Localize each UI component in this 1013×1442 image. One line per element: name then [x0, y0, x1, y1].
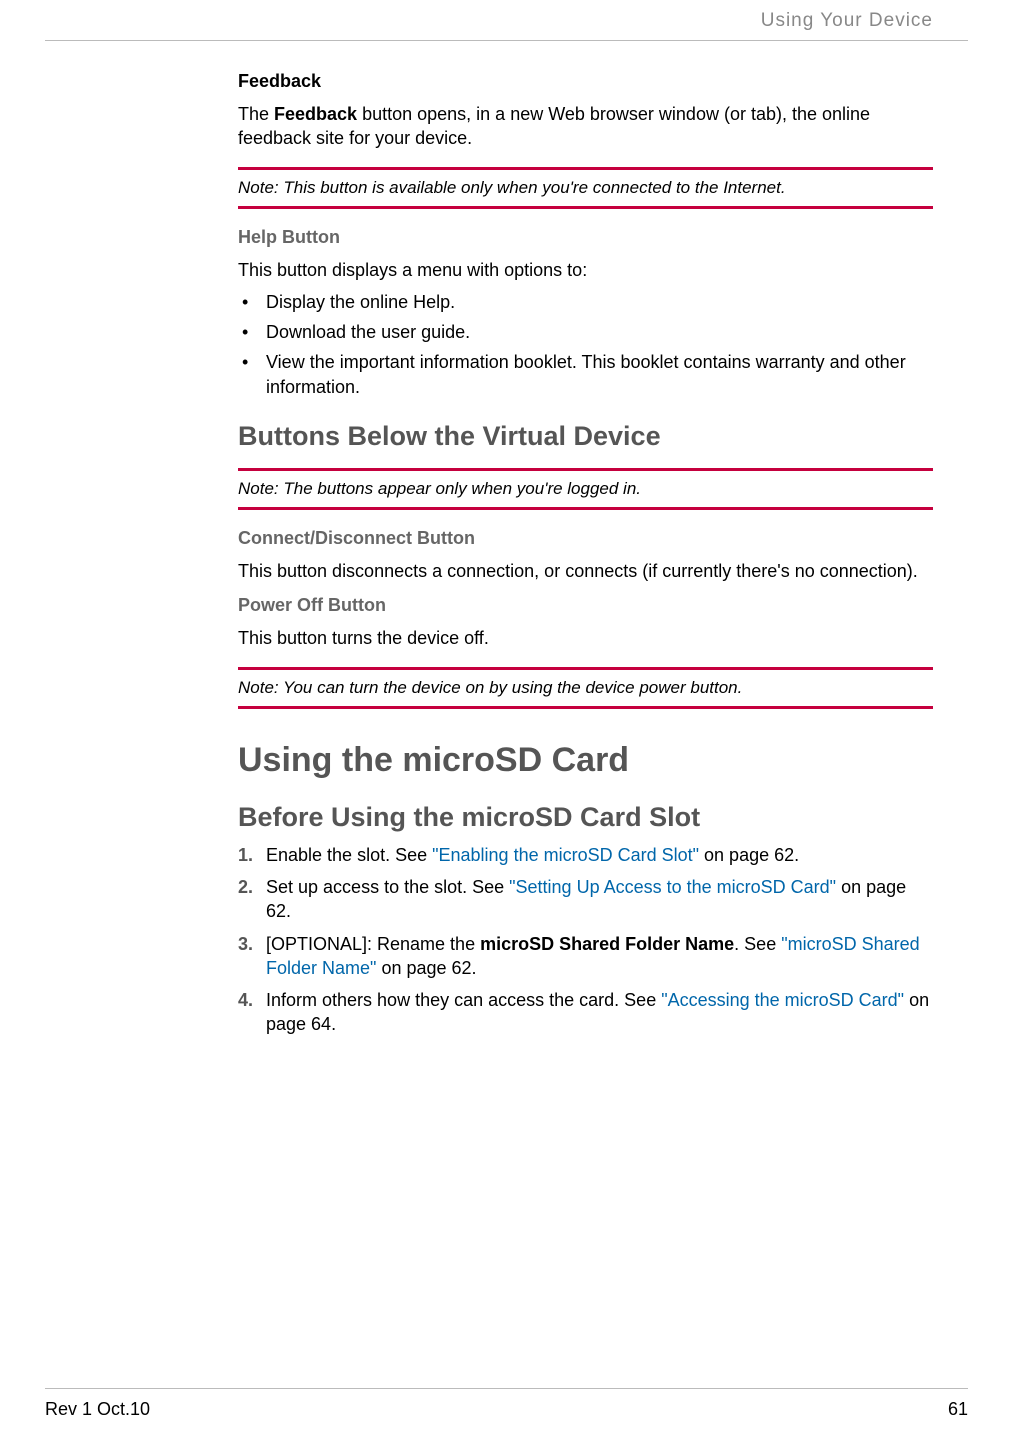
help-bullet-list: Display the online Help. Download the us…: [238, 290, 933, 399]
connect-heading: Connect/Disconnect Button: [238, 528, 933, 549]
step-item: Inform others how they can access the ca…: [238, 988, 933, 1037]
step-text: Inform others how they can access the ca…: [266, 990, 661, 1010]
buttons-below-note-text: Note: The buttons appear only when you'r…: [238, 479, 641, 498]
help-heading: Help Button: [238, 227, 933, 248]
power-note: Note: You can turn the device on by usin…: [238, 667, 933, 709]
list-item: Display the online Help.: [238, 290, 933, 314]
microsd-heading: Using the microSD Card: [238, 741, 933, 780]
link-setup-access[interactable]: "Setting Up Access to the microSD Card": [509, 877, 836, 897]
step-text: on page 62.: [376, 958, 476, 978]
microsd-subheading: Before Using the microSD Card Slot: [238, 802, 933, 833]
microsd-steps: Enable the slot. See "Enabling the micro…: [238, 843, 933, 1037]
step-item: Set up access to the slot. See "Setting …: [238, 875, 933, 924]
list-item: Download the user guide.: [238, 320, 933, 344]
step-bold: microSD Shared Folder Name: [480, 934, 734, 954]
step-text: Set up access to the slot. See: [266, 877, 509, 897]
power-heading: Power Off Button: [238, 595, 933, 616]
help-intro: This button displays a menu with options…: [238, 258, 933, 282]
connect-text: This button disconnects a connection, or…: [238, 559, 933, 583]
step-item: Enable the slot. See "Enabling the micro…: [238, 843, 933, 867]
step-text: Enable the slot. See: [266, 845, 432, 865]
feedback-text-pre: The: [238, 104, 274, 124]
footer-page-number: 61: [948, 1399, 968, 1420]
feedback-heading: Feedback: [238, 71, 933, 92]
page-content: Feedback The Feedback button opens, in a…: [0, 41, 1013, 1037]
page-header-section: Using Your Device: [0, 0, 1013, 40]
power-note-text: Note: You can turn the device on by usin…: [238, 678, 742, 697]
link-accessing-card[interactable]: "Accessing the microSD Card": [661, 990, 904, 1010]
feedback-note: Note: This button is available only when…: [238, 167, 933, 209]
footer-rev: Rev 1 Oct.10: [45, 1399, 150, 1420]
feedback-note-text: Note: This button is available only when…: [238, 178, 786, 197]
step-text: . See: [734, 934, 781, 954]
power-text: This button turns the device off.: [238, 626, 933, 650]
step-text: [OPTIONAL]: Rename the: [266, 934, 480, 954]
feedback-paragraph: The Feedback button opens, in a new Web …: [238, 102, 933, 151]
step-item: [OPTIONAL]: Rename the microSD Shared Fo…: [238, 932, 933, 981]
step-text: on page 62.: [699, 845, 799, 865]
feedback-bold: Feedback: [274, 104, 357, 124]
buttons-below-heading: Buttons Below the Virtual Device: [238, 421, 933, 452]
page-footer: Rev 1 Oct.10 61: [45, 1388, 968, 1420]
buttons-below-note: Note: The buttons appear only when you'r…: [238, 468, 933, 510]
list-item: View the important information booklet. …: [238, 350, 933, 399]
link-enable-slot[interactable]: "Enabling the microSD Card Slot": [432, 845, 699, 865]
